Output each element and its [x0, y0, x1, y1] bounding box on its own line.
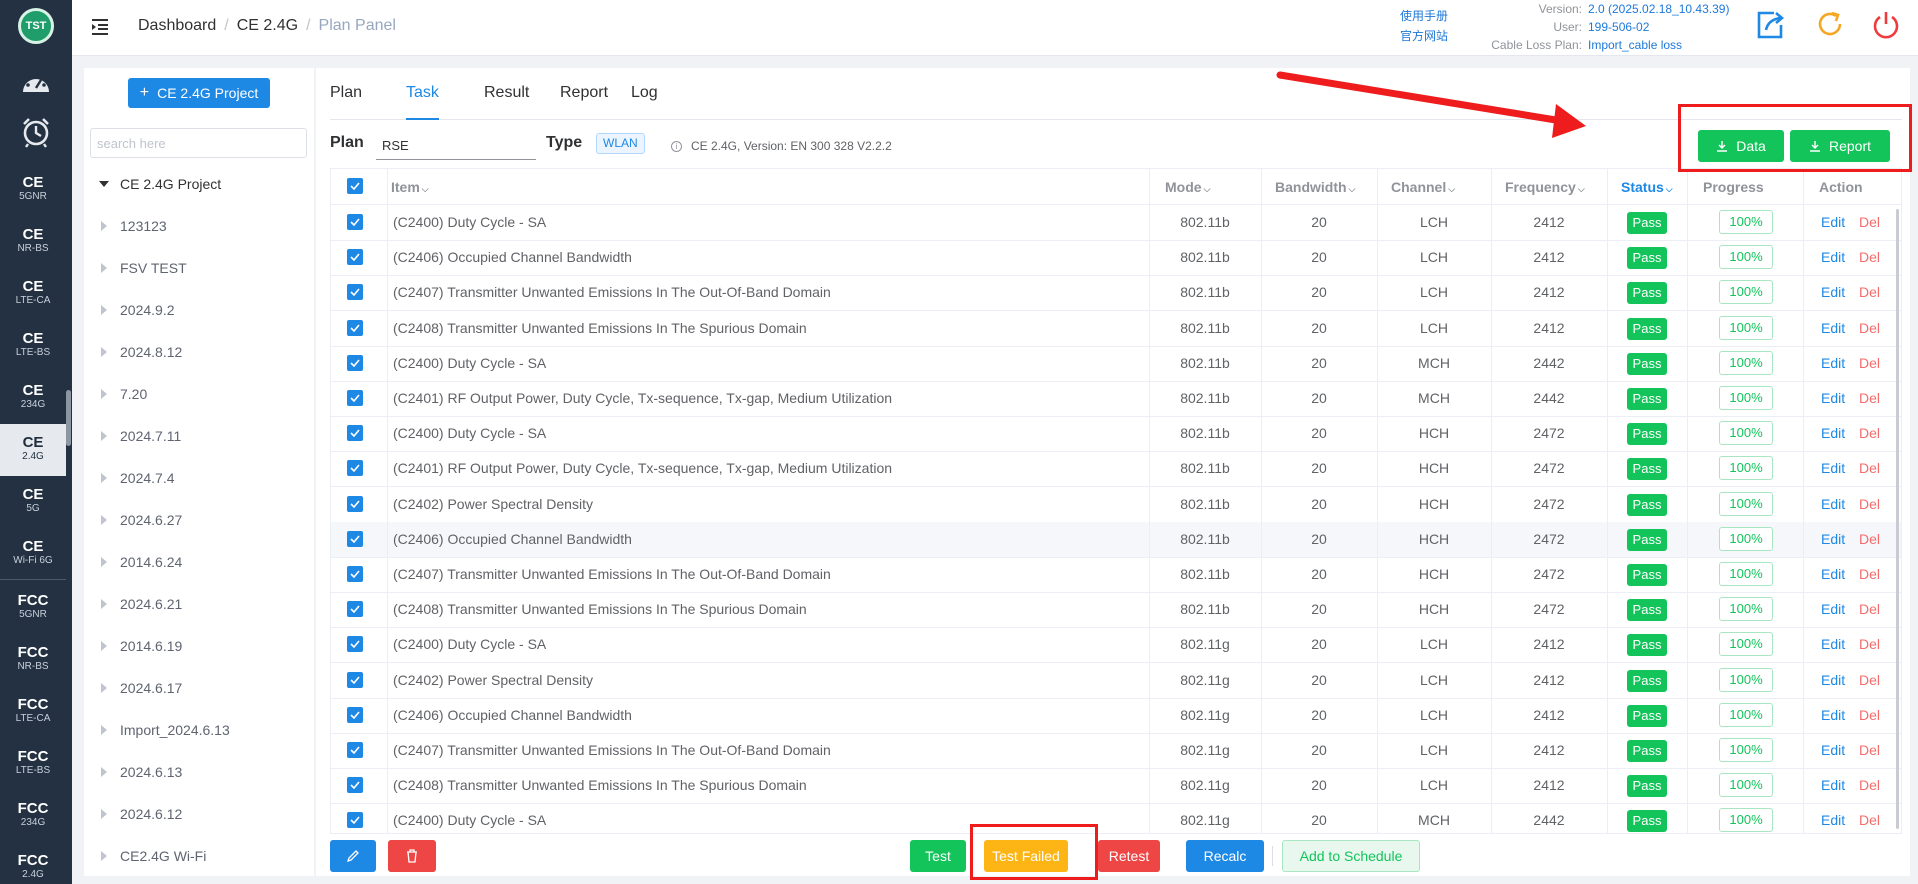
annotation-arrow [1276, 71, 1586, 138]
annotation-box-test-failed [970, 824, 1098, 880]
annotation-box-downloads [1678, 104, 1912, 172]
